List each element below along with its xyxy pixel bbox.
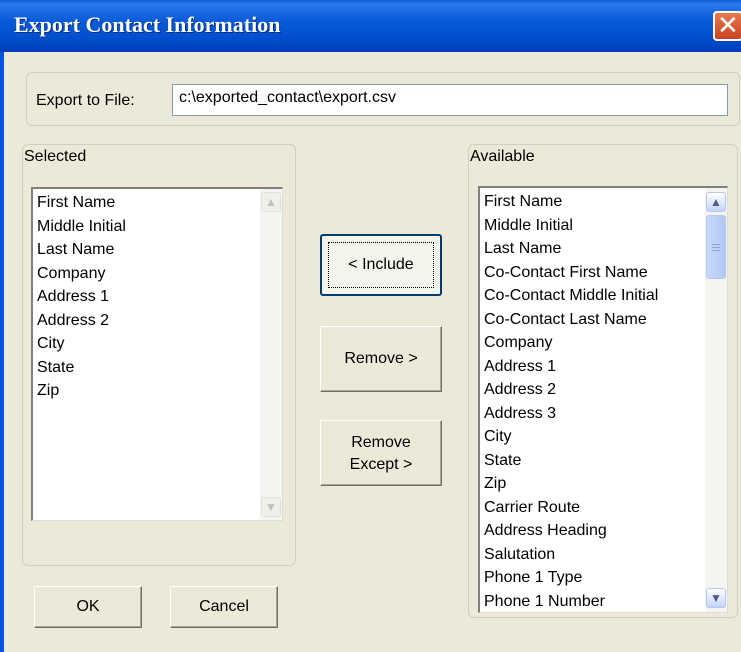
remove-except-button[interactable]: Remove Except > bbox=[320, 420, 442, 486]
available-item[interactable]: Address 1 bbox=[480, 355, 727, 379]
remove-button[interactable]: Remove > bbox=[320, 326, 442, 392]
available-item[interactable]: Zip bbox=[480, 472, 727, 496]
focus-rectangle bbox=[328, 242, 434, 288]
available-item[interactable]: Carrier Route bbox=[480, 496, 727, 520]
chevron-up-icon: ▲ bbox=[265, 195, 277, 209]
selected-item[interactable]: First Name bbox=[33, 191, 282, 215]
available-item[interactable]: State bbox=[480, 449, 727, 473]
remove-except-label-line2: Except > bbox=[349, 456, 413, 473]
selected-item[interactable]: Middle Initial bbox=[33, 215, 282, 239]
dialog-title: Export Contact Information bbox=[14, 12, 281, 37]
selected-item[interactable]: Company bbox=[33, 262, 282, 286]
chevron-down-icon: ▼ bbox=[710, 591, 722, 605]
export-file-input[interactable]: c:\exported_contact\export.csv bbox=[172, 84, 728, 116]
available-item[interactable]: Last Name bbox=[480, 237, 727, 261]
scroll-up-button[interactable]: ▲ bbox=[706, 192, 726, 212]
available-item[interactable]: Co-Contact First Name bbox=[480, 261, 727, 285]
selected-item[interactable]: State bbox=[33, 356, 282, 380]
selected-label: Selected bbox=[24, 148, 89, 166]
scroll-down-button[interactable]: ▼ bbox=[261, 497, 281, 517]
thumb-grip bbox=[712, 247, 720, 248]
thumb-grip bbox=[712, 244, 720, 245]
close-icon: ✕ bbox=[717, 11, 739, 41]
available-item[interactable]: Middle Initial bbox=[480, 214, 727, 238]
scroll-thumb[interactable] bbox=[706, 215, 726, 279]
selected-item[interactable]: Address 2 bbox=[33, 309, 282, 333]
export-label: Export to File: bbox=[36, 92, 135, 109]
available-item[interactable]: Co-Contact Last Name bbox=[480, 308, 727, 332]
available-item[interactable]: Salutation bbox=[480, 543, 727, 567]
close-button[interactable]: ✕ bbox=[713, 11, 741, 41]
scroll-down-button[interactable]: ▼ bbox=[706, 588, 726, 608]
available-item[interactable]: City bbox=[480, 425, 727, 449]
available-item[interactable]: First Name bbox=[480, 190, 727, 214]
remove-except-label-line1: Remove bbox=[351, 434, 411, 451]
chevron-down-icon: ▼ bbox=[265, 500, 277, 514]
scroll-up-button[interactable]: ▲ bbox=[261, 192, 281, 212]
ok-button[interactable]: OK bbox=[34, 586, 142, 628]
available-item[interactable]: Phone 1 Number bbox=[480, 590, 727, 613]
export-dialog: Export Contact Information ✕ Export to F… bbox=[0, 0, 741, 652]
title-bar[interactable]: Export Contact Information ✕ bbox=[0, 0, 741, 52]
selected-item[interactable]: City bbox=[33, 332, 282, 356]
window-border bbox=[0, 52, 4, 652]
available-item[interactable]: Address 3 bbox=[480, 402, 727, 426]
available-label: Available bbox=[470, 148, 537, 166]
available-item[interactable]: Co-Contact Middle Initial bbox=[480, 284, 727, 308]
thumb-grip bbox=[712, 250, 720, 251]
selected-scrollbar[interactable]: ▲ ▼ bbox=[260, 189, 282, 520]
ok-button-label: OK bbox=[76, 598, 100, 615]
cancel-button[interactable]: Cancel bbox=[170, 586, 278, 628]
cancel-button-label: Cancel bbox=[199, 598, 249, 615]
include-button[interactable]: < Include bbox=[320, 234, 442, 296]
selected-item[interactable]: Address 1 bbox=[33, 285, 282, 309]
available-item[interactable]: Address Heading bbox=[480, 519, 727, 543]
selected-listbox[interactable]: First Name Middle Initial Last Name Comp… bbox=[31, 187, 283, 521]
selected-item[interactable]: Last Name bbox=[33, 238, 282, 262]
available-item[interactable]: Company bbox=[480, 331, 727, 355]
available-item[interactable]: Phone 1 Type bbox=[480, 566, 727, 590]
available-scrollbar[interactable]: ▲ ▼ bbox=[705, 188, 727, 612]
chevron-up-icon: ▲ bbox=[710, 195, 722, 209]
selected-item[interactable]: Zip bbox=[33, 379, 282, 403]
available-listbox[interactable]: First Name Middle Initial Last Name Co-C… bbox=[478, 186, 728, 613]
remove-button-label: Remove > bbox=[344, 350, 418, 367]
available-item[interactable]: Address 2 bbox=[480, 378, 727, 402]
